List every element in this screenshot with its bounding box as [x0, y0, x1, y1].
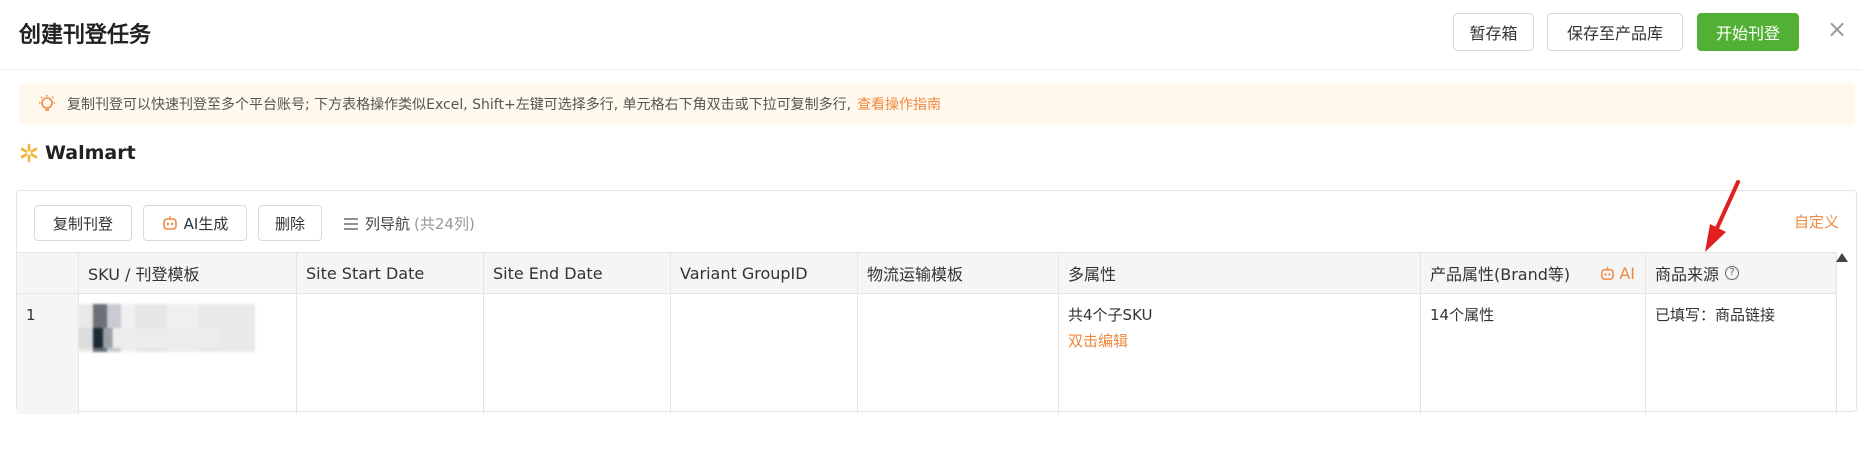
help-icon[interactable]: ?: [1725, 266, 1740, 280]
listing-table-panel: 复制刊登 AI生成 删除 列导航 (共24列) 自定义 SKU / 刊登模板 S…: [16, 190, 1857, 414]
row-number: 1: [17, 294, 79, 414]
page-title: 创建刊登任务: [19, 23, 152, 48]
column-nav-label: 列导航: [365, 215, 411, 233]
close-icon[interactable]: ×: [1827, 17, 1847, 41]
customize-link[interactable]: 自定义: [1794, 211, 1839, 232]
lightbulb-icon: [39, 95, 55, 111]
column-count: (共24列): [414, 215, 475, 233]
sku-cell[interactable]: [79, 294, 297, 414]
header-logistics-template[interactable]: 物流运输模板: [858, 252, 1059, 294]
blurred-sku-text: [79, 328, 219, 348]
ai-generate-button[interactable]: AI生成: [143, 205, 247, 241]
multi-attributes-cell[interactable]: 共4个子SKU 双击编辑: [1059, 294, 1421, 414]
tip-banner: 复制刊登可以快速刊登至多个平台账号; 下方表格操作类似Excel, Shift+…: [19, 83, 1855, 125]
product-attributes-label: 产品属性(Brand等): [1430, 265, 1571, 284]
product-source-label: 商品来源: [1655, 265, 1720, 284]
ai-fill-button[interactable]: AI: [1600, 264, 1635, 283]
double-click-edit-link[interactable]: 双击编辑: [1068, 328, 1411, 354]
menu-lines-icon: [344, 217, 358, 230]
header-product-attributes[interactable]: 产品属性(Brand等) AI: [1421, 252, 1646, 294]
delete-button[interactable]: 删除: [258, 205, 322, 241]
header-site-start-date[interactable]: Site Start Date: [297, 252, 484, 294]
header-row-number: [17, 252, 79, 294]
listing-table: SKU / 刊登模板 Site Start Date Site End Date…: [17, 252, 1837, 452]
product-source-cell[interactable]: 已填写：商品链接: [1646, 294, 1837, 414]
header-multi-attributes[interactable]: 多属性: [1059, 252, 1421, 294]
save-to-library-button[interactable]: 保存至产品库: [1547, 13, 1683, 51]
product-attributes-cell[interactable]: 14个属性: [1421, 294, 1646, 414]
draft-box-button[interactable]: 暂存箱: [1453, 13, 1534, 51]
variant-group-cell[interactable]: [671, 294, 858, 414]
ai-generate-label: AI生成: [183, 214, 229, 233]
header-site-end-date[interactable]: Site End Date: [484, 252, 671, 294]
end-date-cell[interactable]: [484, 294, 671, 414]
walmart-spark-icon: [20, 143, 38, 163]
platform-heading: Walmart: [19, 142, 136, 164]
header-sku[interactable]: SKU / 刊登模板: [79, 252, 297, 294]
logistics-cell[interactable]: [858, 294, 1059, 414]
sub-sku-count: 共4个子SKU: [1068, 306, 1153, 324]
guide-link[interactable]: 查看操作指南: [857, 94, 941, 114]
robot-icon: [1601, 266, 1615, 280]
header-variant-group-id[interactable]: Variant GroupID: [671, 252, 858, 294]
scroll-up-arrow[interactable]: [1836, 253, 1848, 262]
header-product-source[interactable]: 商品来源 ?: [1646, 252, 1837, 294]
header: 创建刊登任务 暂存箱 保存至产品库 开始刊登 ×: [0, 0, 1861, 70]
ai-fill-label: AI: [1619, 263, 1635, 283]
start-listing-button[interactable]: 开始刊登: [1697, 13, 1799, 51]
start-date-cell[interactable]: [297, 294, 484, 414]
copy-listing-button[interactable]: 复制刊登: [34, 205, 132, 241]
robot-icon: [162, 216, 177, 230]
platform-name: Walmart: [45, 142, 136, 164]
column-nav[interactable]: 列导航 (共24列): [343, 213, 475, 234]
tip-text: 复制刊登可以快速刊登至多个平台账号; 下方表格操作类似Excel, Shift+…: [67, 97, 852, 113]
